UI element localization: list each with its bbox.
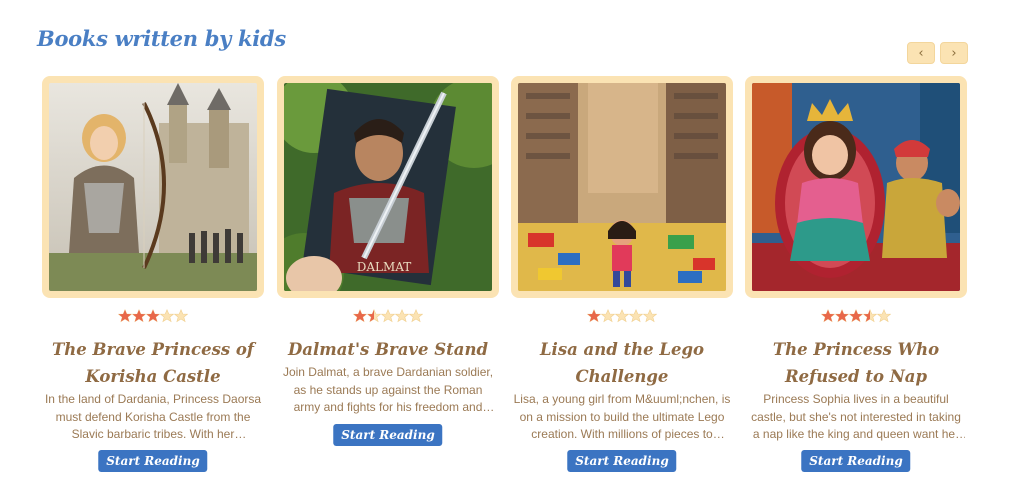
book-cover-frame[interactable]: DALMAT (277, 76, 499, 298)
star-filled-icon (146, 309, 160, 323)
start-reading-button[interactable]: Start Reading (567, 450, 677, 472)
star-empty-icon (615, 309, 629, 323)
star-filled-icon (849, 309, 863, 323)
star-half-icon (863, 309, 877, 323)
section-title: Books written by kids (37, 26, 286, 51)
book-card: Lisa and the Lego Challenge Lisa, a youn… (511, 76, 733, 486)
carousel-prev-button[interactable]: ‹ (907, 42, 935, 64)
star-filled-icon (118, 309, 132, 323)
soldier-with-book-icon: DALMAT (284, 83, 492, 291)
book-card: The Princess Who Refused to Nap Princess… (745, 76, 967, 486)
svg-text:DALMAT: DALMAT (357, 260, 412, 274)
book-cover-image[interactable] (518, 83, 726, 291)
book-title: The Brave Princess of Korisha Castle (52, 340, 255, 386)
star-empty-icon (395, 309, 409, 323)
book-cover-frame[interactable] (42, 76, 264, 298)
star-filled-icon (353, 309, 367, 323)
star-rating (745, 309, 967, 325)
start-reading-button[interactable]: Start Reading (801, 450, 911, 472)
book-description: Princess Sophia lives in a beautiful cas… (751, 392, 961, 441)
star-empty-icon (160, 309, 174, 323)
book-description: Lisa, a young girl from M&uuml;nchen, is… (513, 392, 731, 441)
star-filled-icon (821, 309, 835, 323)
princess-archer-castle-icon (49, 83, 257, 291)
book-title: Lisa and the Lego Challenge (539, 340, 705, 386)
star-empty-icon (629, 309, 643, 323)
star-rating (277, 309, 499, 325)
girl-lego-city-icon (518, 83, 726, 291)
star-filled-icon (132, 309, 146, 323)
book-cover-image[interactable] (49, 83, 257, 291)
book-cover-frame[interactable] (511, 76, 733, 298)
princess-on-throne-icon (752, 83, 960, 291)
star-empty-icon (409, 309, 423, 323)
chevron-left-icon: ‹ (918, 45, 924, 61)
star-empty-icon (601, 309, 615, 323)
star-empty-icon (381, 309, 395, 323)
star-rating (42, 309, 264, 325)
star-empty-icon (174, 309, 188, 323)
book-description: In the land of Dardania, Princess Daorsa… (44, 392, 262, 441)
book-title: The Princess Who Refused to Nap (772, 340, 940, 386)
star-empty-icon (643, 309, 657, 323)
book-card: The Brave Princess of Korisha Castle In … (42, 76, 264, 486)
star-filled-icon (587, 309, 601, 323)
start-reading-button[interactable]: Start Reading (333, 424, 443, 446)
book-cover-image[interactable]: DALMAT (284, 83, 492, 291)
star-filled-icon (835, 309, 849, 323)
chevron-right-icon: › (951, 45, 957, 61)
book-card: DALMAT Dalmat's Brave Stand Join Dalmat,… (277, 76, 499, 486)
book-cover-image[interactable] (752, 83, 960, 291)
star-empty-icon (877, 309, 891, 323)
book-cover-frame[interactable] (745, 76, 967, 298)
start-reading-button[interactable]: Start Reading (98, 450, 208, 472)
star-rating (511, 309, 733, 325)
book-description: Join Dalmat, a brave Dardanian soldier, … (282, 365, 494, 414)
star-half-icon (367, 309, 381, 323)
carousel-next-button[interactable]: › (940, 42, 968, 64)
book-title: Dalmat's Brave Stand (287, 340, 489, 359)
